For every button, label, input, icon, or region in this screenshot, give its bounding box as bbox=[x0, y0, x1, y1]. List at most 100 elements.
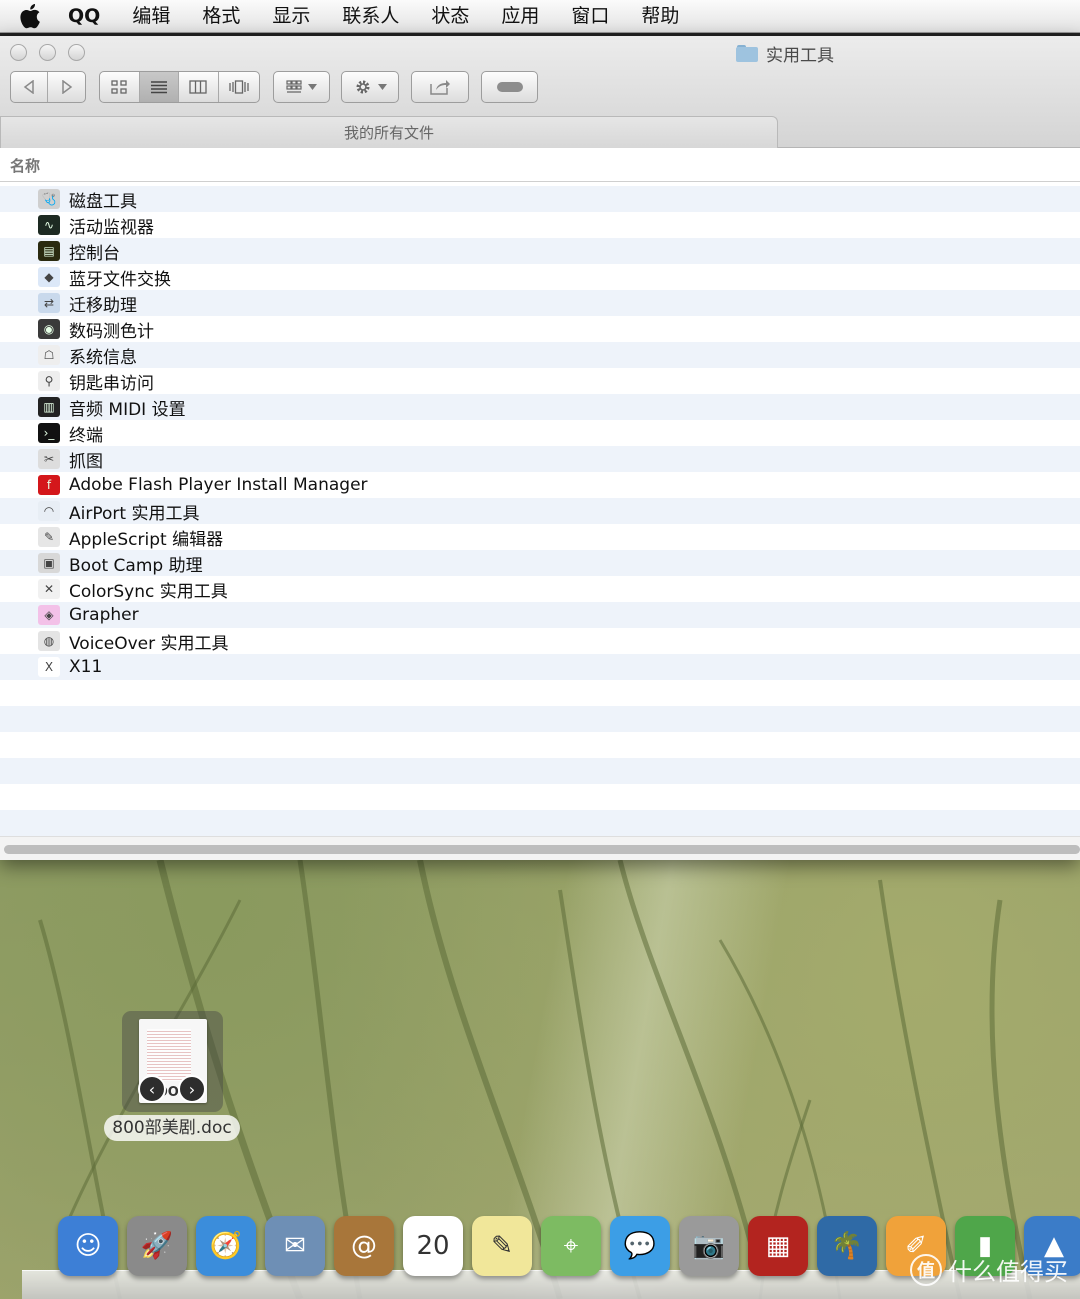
list-item[interactable]: ☖ 系统信息 bbox=[0, 342, 1080, 368]
calendar-icon[interactable]: 20 bbox=[403, 1216, 463, 1276]
forward-arrow-icon bbox=[61, 80, 72, 94]
list-item[interactable]: ◍ VoiceOver 实用工具 bbox=[0, 628, 1080, 654]
messages-icon[interactable]: 💬 bbox=[610, 1216, 670, 1276]
migration-icon: ⇄ bbox=[38, 293, 60, 313]
arrange-button-inner[interactable] bbox=[274, 72, 329, 102]
menu-status[interactable]: 状态 bbox=[415, 0, 485, 33]
midi-icon: ▥ bbox=[38, 397, 60, 417]
icon-view-button[interactable] bbox=[100, 72, 140, 102]
tags-button-inner[interactable] bbox=[482, 72, 537, 102]
column-view-button[interactable] bbox=[179, 72, 219, 102]
list-item-label: VoiceOver 实用工具 bbox=[69, 633, 229, 654]
file-list: 🩺 磁盘工具 ∿ 活动监视器 ▤ 控制台 ◆ 蓝牙文件交换 ⇄ 迁移助理 ◉ 数码测色计 ☖ 系统信息 ⚲ 钥… bbox=[0, 186, 1080, 836]
list-item-label: 迁移助理 bbox=[69, 295, 137, 316]
facetime-icon[interactable]: 📷 bbox=[679, 1216, 739, 1276]
iphoto-icon[interactable]: 🌴 bbox=[817, 1216, 877, 1276]
terminal-icon: ›_ bbox=[38, 423, 60, 443]
title-bar: 实用工具 我的所有文件 bbox=[0, 36, 1080, 148]
mail-icon[interactable]: ✉ bbox=[265, 1216, 325, 1276]
column-header-label: 名称 bbox=[10, 157, 41, 175]
zoom-button[interactable] bbox=[68, 44, 85, 61]
grab-icon: ✂ bbox=[38, 449, 60, 469]
arrange-button[interactable] bbox=[273, 71, 330, 103]
file-name: 800部美剧.doc bbox=[104, 1115, 240, 1141]
column-header-name[interactable]: 名称 bbox=[0, 148, 1080, 182]
list-item[interactable]: f Adobe Flash Player Install Manager bbox=[0, 472, 1080, 498]
list-item[interactable]: 🩺 磁盘工具 bbox=[0, 186, 1080, 212]
list-item-label: AppleScript 编辑器 bbox=[69, 529, 224, 550]
menu-apps[interactable]: 应用 bbox=[485, 0, 555, 33]
list-item[interactable]: ✂ 抓图 bbox=[0, 446, 1080, 472]
applescript-icon: ✎ bbox=[38, 527, 60, 547]
apple-menu[interactable] bbox=[0, 3, 60, 29]
back-button[interactable] bbox=[11, 72, 48, 102]
desktop-file[interactable]: DO ‹ › 800部美剧.doc bbox=[104, 1011, 240, 1143]
list-item[interactable]: ›_ 终端 bbox=[0, 420, 1080, 446]
list-item-label: X11 bbox=[69, 657, 103, 677]
colorsync-icon: ✕ bbox=[38, 579, 60, 599]
list-item[interactable]: ⚲ 钥匙串访问 bbox=[0, 368, 1080, 394]
watermark: 值 什么值得买 bbox=[910, 1252, 1068, 1287]
keychain-icon: ⚲ bbox=[38, 371, 60, 391]
folder-icon bbox=[736, 44, 758, 62]
photo-booth-icon[interactable]: ▦ bbox=[748, 1216, 808, 1276]
nav-buttons bbox=[10, 71, 86, 103]
finder-icon[interactable]: ☺ bbox=[58, 1216, 118, 1276]
list-item-label: 控制台 bbox=[69, 243, 120, 264]
list-item[interactable]: ▥ 音频 MIDI 设置 bbox=[0, 394, 1080, 420]
coverflow-view-button[interactable] bbox=[219, 72, 259, 102]
maps-icon[interactable]: ⌖ bbox=[541, 1216, 601, 1276]
launchpad-icon[interactable]: 🚀 bbox=[127, 1216, 187, 1276]
empty-row bbox=[0, 810, 1080, 836]
list-view-button[interactable] bbox=[139, 72, 179, 102]
menu-format[interactable]: 格式 bbox=[186, 0, 256, 33]
menu-window[interactable]: 窗口 bbox=[555, 0, 625, 33]
list-item-label: 钥匙串访问 bbox=[69, 373, 154, 394]
menu-qq[interactable]: QQ bbox=[60, 0, 116, 33]
list-item-label: 蓝牙文件交换 bbox=[69, 269, 171, 290]
list-item[interactable]: ⇄ 迁移助理 bbox=[0, 290, 1080, 316]
empty-row bbox=[0, 706, 1080, 732]
disk-utility-icon: 🩺 bbox=[38, 189, 60, 209]
share-button[interactable] bbox=[411, 71, 469, 103]
forward-button[interactable] bbox=[48, 72, 85, 102]
empty-row bbox=[0, 784, 1080, 810]
list-item[interactable]: ▣ Boot Camp 助理 bbox=[0, 550, 1080, 576]
list-item[interactable]: ∿ 活动监视器 bbox=[0, 212, 1080, 238]
menu-view[interactable]: 显示 bbox=[256, 0, 326, 33]
action-button-inner[interactable] bbox=[342, 72, 398, 102]
horizontal-scrollbar[interactable] bbox=[0, 836, 1080, 860]
minimize-button[interactable] bbox=[39, 44, 56, 61]
tab-all-files[interactable]: 我的所有文件 bbox=[0, 116, 778, 148]
notes-icon[interactable]: ✎ bbox=[472, 1216, 532, 1276]
menu-edit[interactable]: 编辑 bbox=[116, 0, 186, 33]
close-button[interactable] bbox=[10, 44, 27, 61]
chevron-down-icon bbox=[308, 84, 317, 90]
list-item-label: Adobe Flash Player Install Manager bbox=[69, 475, 368, 495]
list-item[interactable]: ▤ 控制台 bbox=[0, 238, 1080, 264]
list-item[interactable]: ◈ Grapher bbox=[0, 602, 1080, 628]
list-item-label: 抓图 bbox=[69, 451, 103, 472]
list-item[interactable]: ◠ AirPort 实用工具 bbox=[0, 498, 1080, 524]
watermark-badge: 值 bbox=[910, 1253, 942, 1286]
share-button-inner[interactable] bbox=[412, 72, 468, 102]
list-item[interactable]: ✕ ColorSync 实用工具 bbox=[0, 576, 1080, 602]
contacts-icon[interactable]: @ bbox=[334, 1216, 394, 1276]
list-item[interactable]: ✎ AppleScript 编辑器 bbox=[0, 524, 1080, 550]
list-item[interactable]: ◉ 数码测色计 bbox=[0, 316, 1080, 342]
menu-help[interactable]: 帮助 bbox=[625, 0, 695, 33]
list-item[interactable]: ◆ 蓝牙文件交换 bbox=[0, 264, 1080, 290]
safari-icon[interactable]: 🧭 bbox=[196, 1216, 256, 1276]
x11-icon: X bbox=[38, 657, 60, 677]
list-item[interactable]: X X11 bbox=[0, 654, 1080, 680]
action-button[interactable] bbox=[341, 71, 399, 103]
color-meter-icon: ◉ bbox=[38, 319, 60, 339]
activity-monitor-icon: ∿ bbox=[38, 215, 60, 235]
finder-window: 实用工具 我的所有文件 名称 🩺 磁盘工具 ∿ 活动监视器 ▤ 控制台 ◆ 蓝牙… bbox=[0, 36, 1080, 860]
tags-button[interactable] bbox=[481, 71, 538, 103]
apple-icon bbox=[20, 4, 40, 29]
menu-contacts[interactable]: 联系人 bbox=[326, 0, 415, 33]
system-info-icon: ☖ bbox=[38, 345, 60, 365]
bluetooth-icon: ◆ bbox=[38, 267, 60, 287]
scrollbar-thumb[interactable] bbox=[4, 845, 1080, 854]
